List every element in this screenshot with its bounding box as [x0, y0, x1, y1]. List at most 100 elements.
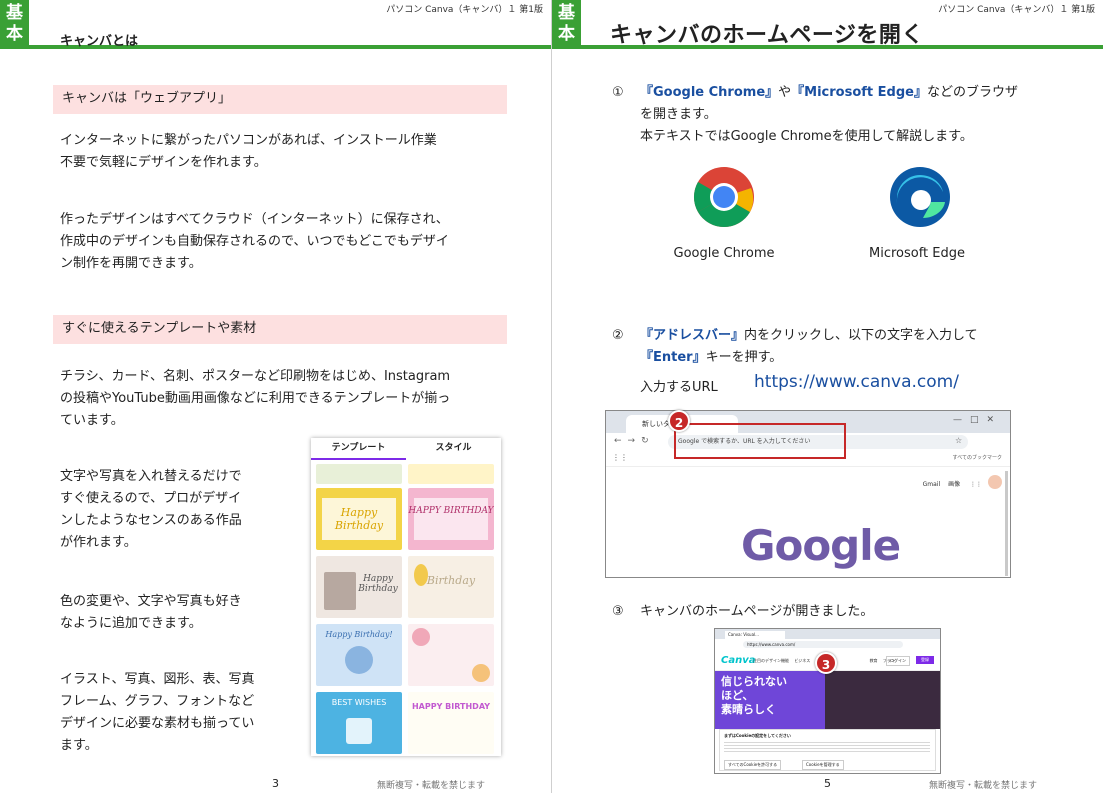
step-3-number: ③: [612, 604, 624, 619]
edge-icon: [890, 167, 950, 227]
tab-styles[interactable]: スタイル: [406, 438, 501, 460]
tab-label: Canva: Visual...: [728, 632, 759, 637]
template-card[interactable]: [408, 624, 494, 686]
para5-line: なように追加できます。: [60, 616, 202, 631]
step-1-ya: や: [778, 85, 792, 100]
section-title-webapp: キャンバは「ウェブアプリ」: [53, 85, 507, 114]
badge-char-1: 基: [558, 3, 575, 23]
canva-logo[interactable]: Canva: [721, 655, 755, 666]
para3-line: チラシ、カード、名刺、ポスターなど印刷物をはじめ、Instagram: [60, 369, 451, 384]
url-label: 入力するURL: [640, 380, 718, 395]
template-panel-screenshot: テンプレート スタイル Happy Birthday HAPPY BIRTHDA…: [311, 438, 501, 756]
paragraph-1: インターネットに繋がったパソコンがあれば、インストール作業 不要で気軽にデザイン…: [60, 130, 437, 174]
para1-line: インターネットに繋がったパソコンがあれば、インストール作業: [60, 133, 437, 148]
star-icon[interactable]: ☆: [955, 436, 962, 445]
hero-line: ほど、: [721, 689, 754, 702]
step-2-text: 『アドレスバー』内をクリックし、以下の文字を入力して 『Enter』キーを押す。: [640, 325, 1060, 369]
nav-buttons[interactable]: ←→↻: [614, 436, 655, 446]
paragraph-6: イラスト、写真、図形、表、写真 フレーム、グラフ、フォントなど デザインに必要な…: [60, 669, 254, 757]
step-1-rest: などのブラウザ: [926, 85, 1018, 100]
all-bookmarks[interactable]: すべてのブックマーク: [953, 454, 1002, 461]
left-badge: 基 本: [0, 0, 29, 47]
copyright-note: 無断複写・転載を禁じます: [377, 781, 486, 791]
apps-grid-icon[interactable]: ⋮⋮: [612, 453, 628, 462]
cookie-text-lines: [724, 740, 930, 754]
template-card-text: BEST WISHES: [331, 698, 387, 707]
allow-cookies-button[interactable]: すべてのCookieを許可する: [724, 760, 782, 770]
hero-text: 信じられない ほど、 素晴らしく: [721, 675, 787, 717]
right-badge: 基 本: [552, 0, 581, 47]
template-card[interactable]: Happy Birthday!: [316, 624, 402, 686]
hero-photo: [825, 671, 940, 729]
page-title: キャンバとは: [60, 34, 139, 49]
para6-line: ます。: [60, 738, 98, 753]
top-links: Gmail 画像 ⋮⋮: [923, 479, 982, 488]
avatar[interactable]: [988, 475, 1002, 489]
paragraph-2: 作ったデザインはすべてクラウド（インターネット）に保存され、 作成中のデザインも…: [60, 209, 449, 275]
para2-line: ン制作を再開できます。: [60, 256, 202, 271]
paragraph-3: チラシ、カード、名刺、ポスターなど印刷物をはじめ、Instagram の投稿やY…: [60, 366, 450, 432]
template-card[interactable]: BEST WISHES: [316, 692, 402, 754]
tab-templates[interactable]: テンプレート: [311, 438, 406, 460]
template-card-text: Happy Birthday: [358, 574, 398, 594]
chrome-name: 『Google Chrome』: [640, 85, 779, 100]
template-card-partial[interactable]: [316, 464, 402, 484]
nav-link[interactable]: 教育: [870, 658, 878, 663]
para5-line: 色の変更や、文字や写真も好き: [60, 594, 242, 609]
step-2-number: ②: [612, 328, 624, 343]
hero-line: 素晴らしく: [721, 703, 776, 716]
signup-button[interactable]: 登録: [916, 656, 934, 664]
para2-line: 作成中のデザインも自動保存されるので、いつでもどこでもデザイ: [60, 234, 449, 249]
section-title-templates: すぐに使えるテンプレートや素材: [53, 315, 507, 344]
scrollbar[interactable]: [1005, 471, 1008, 576]
login-button[interactable]: ログイン: [886, 656, 910, 666]
template-card-partial[interactable]: [408, 464, 494, 484]
para3-line: の投稿やYouTube動画用画像などに利用できるテンプレートが揃っ: [60, 391, 451, 406]
template-card[interactable]: Happy Birthday: [316, 488, 402, 550]
template-card-text: Happy Birthday: [334, 506, 384, 532]
manage-cookies-button[interactable]: Cookieを管理する: [802, 760, 844, 770]
images-link[interactable]: 画像: [948, 481, 960, 488]
running-header: パソコン Canva（キャンバ）１ 第1版: [386, 5, 543, 15]
photo-circle: [345, 646, 373, 674]
cake-shape: [346, 718, 372, 744]
step-1-line: 本テキストではGoogle Chromeを使用して解説します。: [640, 129, 973, 144]
left-page: 基 本 パソコン Canva（キャンバ）１ 第1版 キャンバとは キャンバは「ウ…: [0, 0, 551, 793]
apps-icon[interactable]: ⋮⋮: [970, 481, 982, 488]
template-card-text: HAPPY BIRTHDAY: [411, 702, 491, 711]
tab-strip: Canva: Visual...: [715, 629, 940, 639]
window-controls[interactable]: —□✕: [953, 415, 1002, 425]
step-1-line: 『Google Chrome』や『Microsoft Edge』などのブラウザ: [640, 82, 1060, 104]
hero-banner: 信じられない ほど、 素晴らしく: [715, 671, 940, 729]
step-2-line: 『アドレスバー』内をクリックし、以下の文字を入力して: [640, 325, 1060, 347]
cookie-title: まずはCookieの設定をしてください: [724, 733, 791, 738]
gmail-link[interactable]: Gmail: [923, 481, 941, 488]
template-card[interactable]: HAPPY BIRTHDAY: [408, 692, 494, 754]
para2-line: 作ったデザインはすべてクラウド（インターネット）に保存され、: [60, 212, 449, 227]
template-card-text: Happy Birthday!: [325, 630, 393, 639]
step-1-text: 『Google Chrome』や『Microsoft Edge』などのブラウザ …: [640, 82, 1060, 148]
address-url: https://www.canva.com/: [747, 642, 796, 647]
paragraph-4: 文字や写真を入れ替えるだけで すぐ使えるので、プロがデザイ ンしたようなセンスの…: [60, 466, 242, 554]
step-1-line: を開きます。: [640, 107, 717, 122]
hero-line: 信じられない: [721, 675, 787, 688]
para4-line: が作れます。: [60, 535, 137, 550]
step-marker-2: 2: [668, 410, 690, 432]
url-text: https://www.canva.com/: [754, 372, 959, 392]
address-bar[interactable]: https://www.canva.com/: [743, 641, 903, 648]
flower-shape: [472, 664, 490, 682]
step-marker-3: 3: [815, 652, 837, 674]
page-title: キャンバのホームページを開く: [610, 23, 924, 48]
template-card[interactable]: Birthday: [408, 556, 494, 618]
tab-canva[interactable]: Canva: Visual...: [725, 631, 785, 639]
template-card[interactable]: Happy Birthday: [316, 556, 402, 618]
template-card[interactable]: HAPPY BIRTHDAY: [408, 488, 494, 550]
toolbar: https://www.canva.com/: [715, 639, 940, 649]
nav-link[interactable]: 注目のデザイン機能: [753, 658, 789, 663]
nav-link[interactable]: ビジネス: [794, 658, 810, 663]
para6-line: イラスト、写真、図形、表、写真: [60, 672, 255, 687]
step-2-rest: 内をクリックし、以下の文字を入力して: [744, 328, 978, 343]
running-header: パソコン Canva（キャンバ）１ 第1版: [938, 5, 1095, 15]
para6-line: デザインに必要な素材も揃ってい: [60, 716, 255, 731]
enter-key-term: 『Enter』: [640, 350, 706, 365]
